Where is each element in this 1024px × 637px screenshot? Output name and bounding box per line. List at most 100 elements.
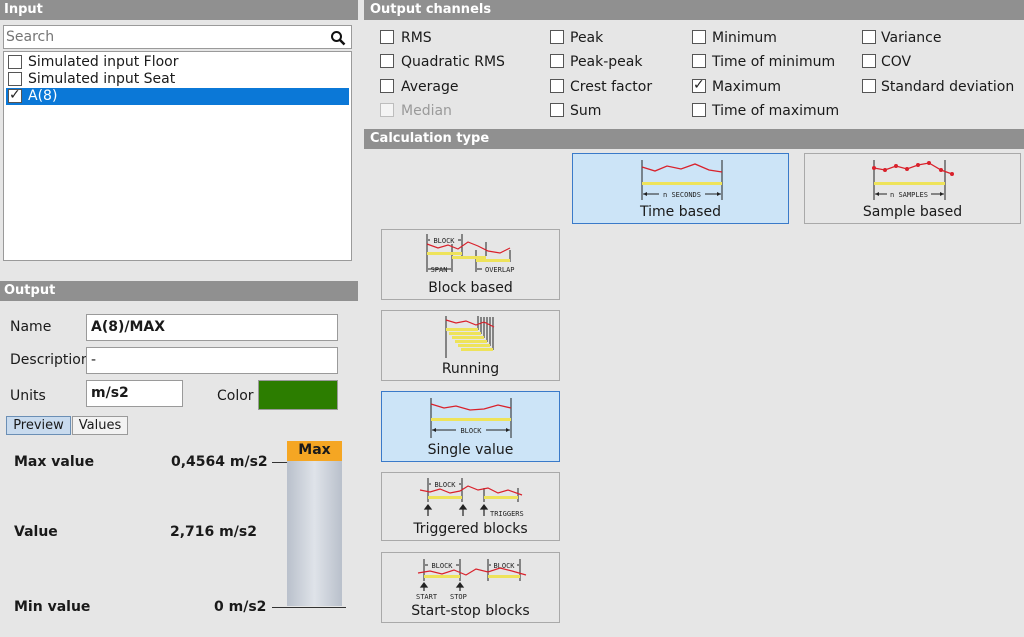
channel-checkbox[interactable] [550, 103, 564, 117]
description-field[interactable]: - [86, 347, 338, 374]
calc-triggered-blocks-label: Triggered blocks [413, 521, 528, 537]
triggered-block-text: BLOCK [434, 481, 456, 489]
search-box[interactable] [3, 25, 352, 49]
triggered-blocks-diagram: BLOCK TRIGGERS [419, 478, 524, 518]
search-input[interactable] [6, 28, 316, 46]
channel-label: Time of minimum [712, 54, 836, 70]
running-diagram [445, 316, 495, 358]
channel-label: Standard deviation [881, 79, 1015, 95]
calc-block-based[interactable]: BLOCK SPAN OVERLAP Block based [381, 229, 560, 300]
channel-checkbox[interactable] [692, 30, 706, 44]
calc-sample-based-label: Sample based [862, 204, 963, 220]
color-label: Color [217, 388, 254, 404]
min-tick [272, 607, 346, 608]
channel-checkbox[interactable] [550, 54, 564, 68]
single-value-diagram: BLOCK [430, 398, 512, 438]
max-value: 0,4564 m/s2 [171, 454, 268, 470]
time-based-diagram: n SECONDS [641, 160, 723, 200]
channel-checkbox[interactable] [862, 79, 876, 93]
channel-label: Quadratic RMS [401, 54, 505, 70]
item-checkbox[interactable] [8, 87, 22, 103]
list-item-label: A(8) [28, 88, 58, 104]
calc-running-label: Running [441, 361, 500, 377]
triggered-triggers-text: TRIGGERS [490, 510, 524, 518]
value-value: 2,716 m/s2 [170, 524, 257, 540]
channel-label: Time of maximum [712, 103, 840, 119]
block-based-block-text: BLOCK [433, 237, 455, 245]
channels-grid: RMS Quadratic RMS Average Median Peak Pe… [364, 20, 1024, 126]
block-based-overlap-text: OVERLAP [485, 266, 515, 274]
calc-triggered-blocks[interactable]: BLOCK TRIGGERS Triggered blocks [381, 472, 560, 541]
channel-label: Sum [570, 103, 602, 119]
calc-sample-based[interactable]: n SAMPLES Sample based [804, 153, 1021, 224]
channel-label: Peak [570, 30, 604, 46]
input-list: Simulated input Floor Simulated input Se… [3, 51, 352, 261]
channel-checkbox-maximum[interactable] [692, 77, 706, 93]
search-icon[interactable] [330, 30, 346, 46]
calc-single-value-label: Single value [427, 442, 514, 458]
max-value-label: Max value [14, 454, 95, 470]
channel-checkbox[interactable] [380, 54, 394, 68]
channel-label: Maximum [712, 79, 781, 95]
list-item[interactable]: Simulated input Floor [6, 54, 349, 71]
calc-block-based-label: Block based [428, 280, 513, 296]
list-item-label: Simulated input Floor [28, 54, 179, 70]
channel-label: RMS [401, 30, 432, 46]
tab-values[interactable]: Values [72, 416, 128, 435]
description-label: Description [10, 352, 90, 368]
units-field[interactable]: m/s2 [86, 380, 183, 407]
calc-start-stop-blocks[interactable]: BLOCK BLOCK START STOP Start-stop blocks [381, 552, 560, 623]
channel-label: Median [401, 103, 452, 119]
value-label: Value [14, 524, 58, 540]
channel-label: Peak-peak [570, 54, 643, 70]
channel-label: COV [881, 54, 912, 70]
gauge-max-label: Max [287, 441, 342, 461]
calc-time-based-label: Time based [640, 204, 721, 220]
sample-based-diagram-text: n SAMPLES [890, 191, 928, 199]
name-field[interactable]: A(8)/MAX [86, 314, 338, 341]
calculation-header: Calculation type [364, 129, 1024, 149]
start-stop-blocks-diagram: BLOCK BLOCK START STOP [416, 559, 527, 601]
list-item-selected[interactable]: A(8) [6, 87, 349, 105]
max-tick [272, 462, 288, 463]
single-value-diagram-text: BLOCK [460, 427, 482, 435]
gauge-bar [287, 461, 342, 606]
channel-checkbox[interactable] [550, 79, 564, 93]
block-based-diagram: BLOCK SPAN OVERLAP [426, 234, 515, 274]
calc-running[interactable]: Running [381, 310, 560, 381]
channel-checkbox[interactable] [380, 79, 394, 93]
channel-label: Average [401, 79, 459, 95]
list-item[interactable]: Simulated input Seat [6, 71, 349, 88]
channel-checkbox[interactable] [692, 103, 706, 117]
channel-checkbox[interactable] [862, 30, 876, 44]
channel-label: Variance [881, 30, 942, 46]
min-value: 0 m/s2 [214, 599, 267, 615]
channel-checkbox[interactable] [380, 30, 394, 44]
channel-checkbox[interactable] [692, 54, 706, 68]
channel-checkbox[interactable] [550, 30, 564, 44]
calc-start-stop-blocks-label: Start-stop blocks [411, 603, 530, 619]
name-label: Name [10, 319, 52, 335]
block-based-span-text: SPAN [431, 266, 448, 274]
preview-panel: Max value 0,4564 m/s2 Value 2,716 m/s2 M… [0, 440, 358, 637]
calc-time-based[interactable]: n SECONDS Time based [572, 153, 789, 224]
units-label: Units [10, 388, 46, 404]
output-header: Output [0, 281, 358, 301]
channel-label: Crest factor [570, 79, 653, 95]
input-header: Input [0, 0, 358, 20]
start-stop-stop-text: STOP [450, 593, 467, 601]
list-item-label: Simulated input Seat [28, 71, 176, 87]
item-checkbox[interactable] [8, 55, 22, 69]
color-swatch[interactable] [258, 380, 338, 410]
calc-single-value[interactable]: BLOCK Single value [381, 391, 560, 462]
tab-preview[interactable]: Preview [6, 416, 71, 435]
start-stop-start-text: START [416, 593, 438, 601]
channel-label: Minimum [712, 30, 777, 46]
time-based-diagram-text: n SECONDS [663, 191, 701, 199]
min-value-label: Min value [14, 599, 91, 615]
start-stop-block-text: BLOCK [431, 562, 453, 570]
channels-header: Output channels [364, 0, 1024, 20]
item-checkbox[interactable] [8, 72, 22, 86]
channel-checkbox[interactable] [380, 103, 394, 117]
channel-checkbox[interactable] [862, 54, 876, 68]
